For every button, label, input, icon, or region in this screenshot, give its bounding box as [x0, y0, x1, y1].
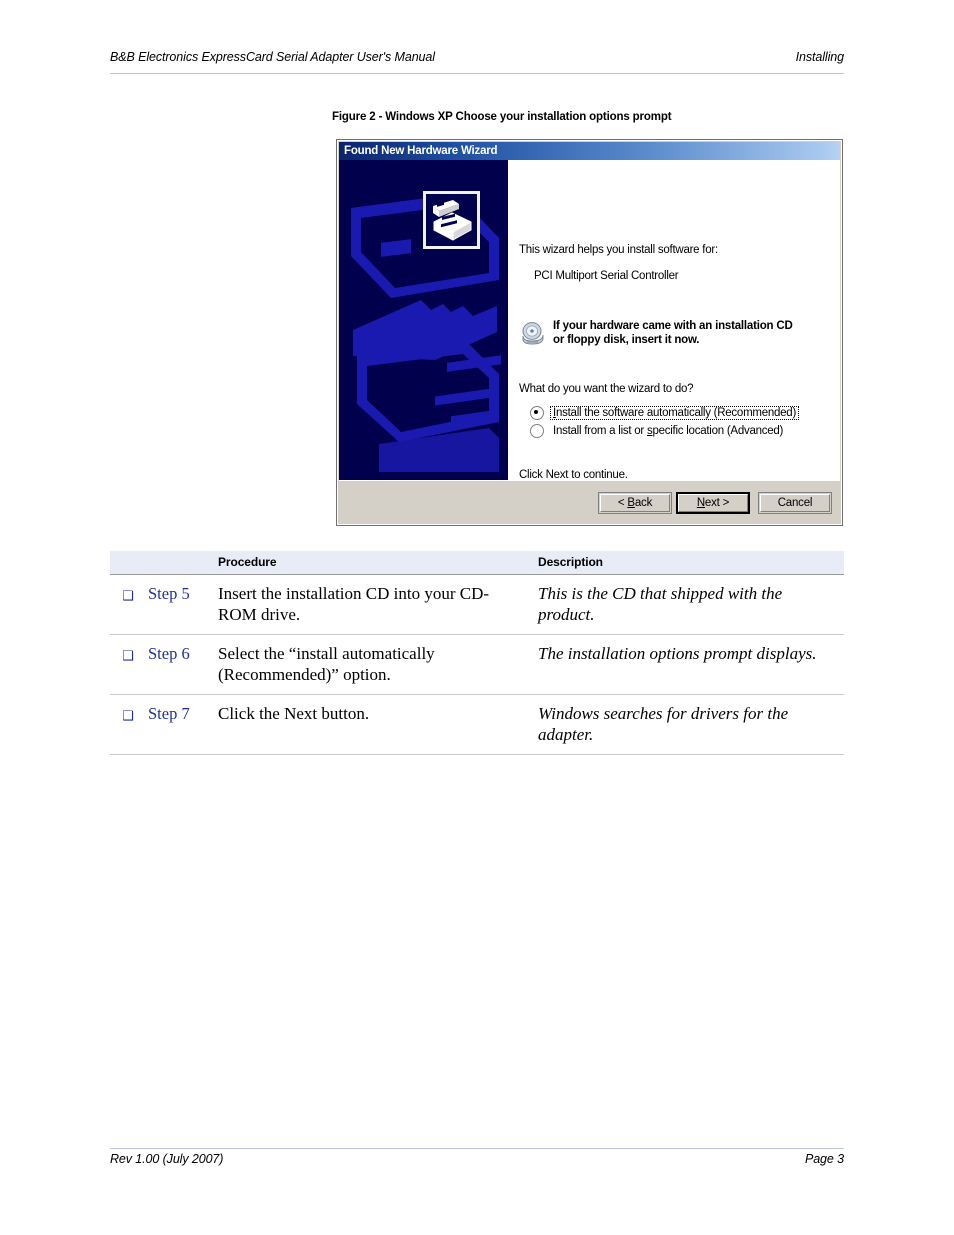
wizard-watermark-panel — [339, 160, 508, 480]
install-options-radio-group[interactable]: Install the software automatically (Reco… — [530, 405, 800, 441]
column-header-description: Description — [538, 551, 844, 575]
row-description-text: The installation options prompt displays… — [538, 634, 844, 695]
cd-drive-icon — [522, 322, 544, 345]
wizard-device-name: PCI Multiport Serial Controller — [534, 270, 679, 282]
procedure-table: Procedure Description ❑ Step 5 Insert th… — [110, 551, 844, 755]
column-header-checkbox — [110, 551, 146, 575]
radio-indicator-advanced[interactable] — [530, 424, 544, 438]
footer-rule — [110, 1148, 844, 1149]
radio-option-install-automatically[interactable]: Install the software automatically (Reco… — [530, 405, 800, 421]
cd-note-line-2: or floppy disk, insert it now. — [553, 333, 700, 346]
cd-note-line-1: If your hardware came with an installati… — [553, 320, 793, 332]
footer-revision: Rev 1.00 (July 2007) — [110, 1152, 224, 1166]
row-description-text: Windows searches for drivers for the ada… — [538, 694, 844, 755]
table-row: ❑ Step 7 Click the Next button. Windows … — [110, 694, 844, 755]
radio-label-automatic[interactable]: Install the software automatically (Reco… — [549, 406, 800, 420]
cancel-button-label: Cancel — [777, 497, 813, 509]
found-new-hardware-wizard-dialog: Found New Hardware Wizard This wizard he… — [336, 139, 843, 526]
column-header-procedure: Procedure — [218, 551, 538, 575]
dialog-titlebar: Found New Hardware Wizard — [339, 142, 840, 160]
row-procedure-text: Select the “install automatically (Recom… — [218, 634, 538, 695]
back-button[interactable]: < Back — [598, 492, 672, 514]
radio-indicator-automatic[interactable] — [530, 406, 544, 420]
wizard-question-text: What do you want the wizard to do? — [519, 383, 694, 395]
running-header: B&B Electronics ExpressCard Serial Adapt… — [110, 50, 844, 64]
row-procedure-text: Insert the installation CD into your CD-… — [218, 574, 538, 635]
dialog-title: Found New Hardware Wizard — [344, 145, 498, 157]
row-step-label: Step 5 — [146, 574, 218, 635]
row-description-text: This is the CD that shipped with the pro… — [538, 574, 844, 635]
wizard-device-icon-frame — [423, 191, 480, 249]
header-rule — [110, 73, 844, 74]
figure-caption: Figure 2 - Windows XP Choose your instal… — [332, 111, 672, 123]
row-checkbox-glyph[interactable]: ❑ — [110, 574, 146, 635]
hardware-card-icon — [426, 194, 477, 246]
row-step-label: Step 6 — [146, 634, 218, 695]
dialog-button-bar: < Back Next > Cancel — [339, 480, 840, 523]
row-checkbox-glyph[interactable]: ❑ — [110, 694, 146, 755]
next-button[interactable]: Next > — [676, 492, 750, 514]
wizard-intro-text: This wizard helps you install software f… — [519, 244, 718, 256]
wizard-content-pane: This wizard helps you install software f… — [508, 160, 840, 480]
wizard-continue-text: Click Next to continue. — [519, 469, 628, 480]
radio-option-install-from-list[interactable]: Install from a list or specific location… — [530, 423, 798, 439]
row-procedure-text: Click the Next button. — [218, 694, 538, 755]
header-manual-title: B&B Electronics ExpressCard Serial Adapt… — [110, 50, 435, 64]
table-row: ❑ Step 6 Select the “install automatical… — [110, 634, 844, 695]
installation-cd-note: If your hardware came with an installati… — [519, 320, 834, 349]
table-row: ❑ Step 5 Insert the installation CD into… — [110, 574, 844, 635]
column-header-step — [146, 551, 218, 575]
cancel-button[interactable]: Cancel — [758, 492, 832, 514]
row-step-label: Step 7 — [146, 694, 218, 755]
radio-label-advanced[interactable]: Install from a list or specific location… — [551, 425, 785, 437]
header-section-title: Installing — [795, 50, 844, 64]
table-header-row: Procedure Description — [110, 551, 844, 575]
dialog-body: This wizard helps you install software f… — [339, 160, 840, 480]
installation-cd-note-text: If your hardware came with an installati… — [553, 320, 793, 347]
row-checkbox-glyph[interactable]: ❑ — [110, 634, 146, 695]
running-footer: Rev 1.00 (July 2007) Page 3 — [110, 1152, 844, 1166]
footer-page-number: Page 3 — [804, 1152, 844, 1166]
document-page: B&B Electronics ExpressCard Serial Adapt… — [0, 0, 954, 1235]
